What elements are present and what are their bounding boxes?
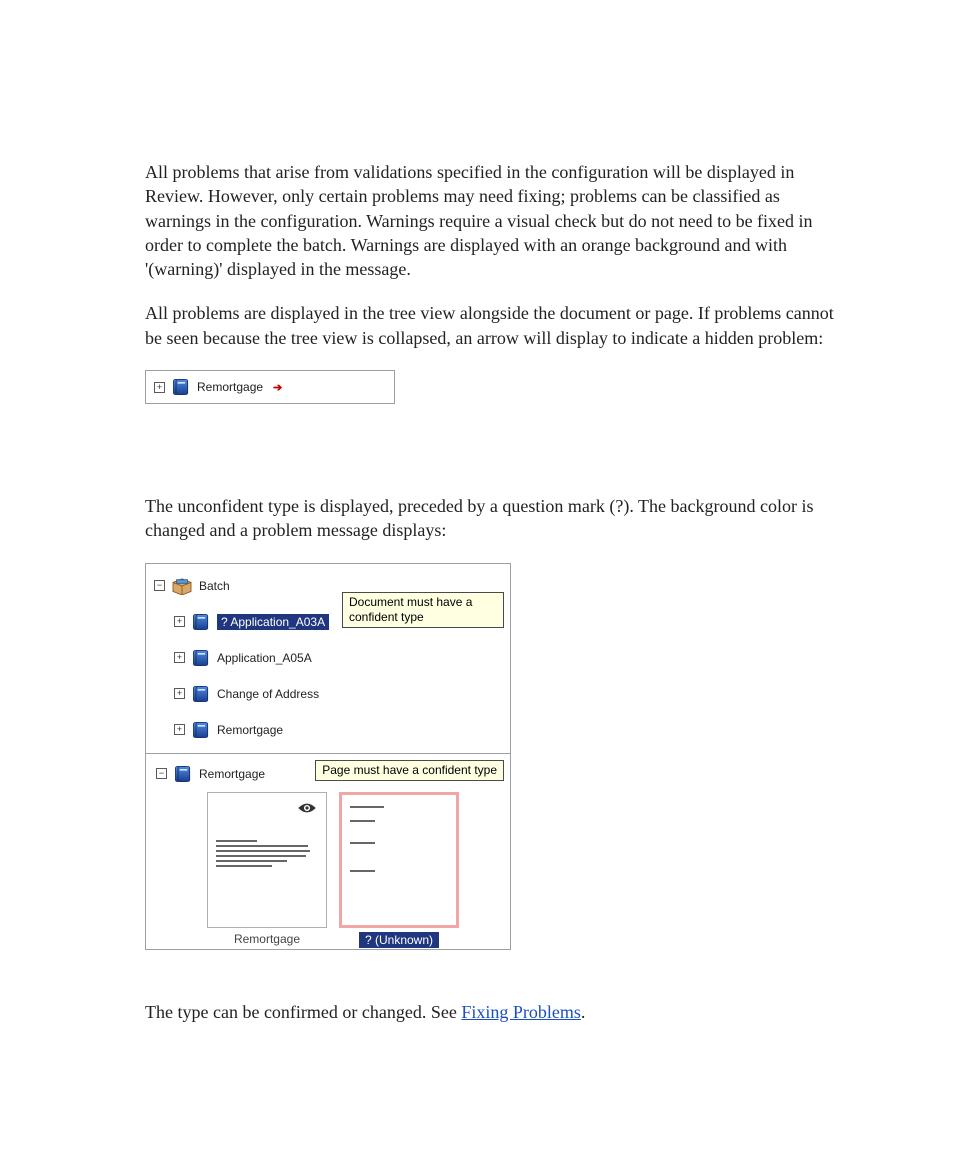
tooltip-document-confident: Document must have a confident type (342, 592, 504, 628)
link-fixing-problems[interactable]: Fixing Problems (461, 1002, 581, 1022)
tree-item-label: Remortgage (217, 723, 283, 737)
tooltip-page-confident: Page must have a confident type (315, 760, 504, 781)
collapse-toggle[interactable]: − (154, 580, 165, 591)
tree-root-label: Remortgage (199, 767, 265, 781)
screenshot-collapsed-tree-row: + Remortgage ➔ (145, 370, 395, 404)
tree-item-label: ? Application_A03A (217, 614, 329, 630)
hidden-problem-indicator-icon: ➔ (273, 381, 282, 394)
document-icon (191, 719, 211, 741)
expand-toggle[interactable]: + (174, 616, 185, 627)
expand-toggle[interactable]: + (154, 382, 165, 393)
tree-item-remortgage[interactable]: + Remortgage (152, 712, 504, 748)
paragraph-3: The unconfident type is displayed, prece… (145, 494, 844, 543)
thumbnail-caption-selected: ? (Unknown) (359, 932, 439, 948)
expand-toggle[interactable]: + (174, 724, 185, 735)
tree-item-change-address[interactable]: + Change of Address (152, 676, 504, 712)
screenshot-page-unconfident: Page must have a confident type − Remort… (145, 754, 511, 950)
document-icon (171, 376, 191, 398)
paragraph-2: All problems are displayed in the tree v… (145, 301, 844, 350)
page-thumbnail-1[interactable] (207, 792, 327, 928)
para4-suffix: . (581, 1002, 586, 1022)
expand-toggle[interactable]: + (174, 652, 185, 663)
screenshot-tree-unconfident-doc: Document must have a confident type − Ba… (145, 563, 511, 754)
screenshot-block: Document must have a confident type − Ba… (145, 563, 511, 950)
tree-item-label: Application_A05A (217, 651, 312, 665)
expand-toggle[interactable]: + (174, 688, 185, 699)
tree-item-label: Change of Address (217, 687, 319, 701)
tree-root-label: Batch (199, 579, 230, 593)
document-icon (191, 683, 211, 705)
document-icon (191, 647, 211, 669)
collapse-toggle[interactable]: − (156, 768, 167, 779)
paragraph-1: All problems that arise from validations… (145, 160, 844, 281)
tree-item-label[interactable]: Remortgage (197, 380, 263, 394)
page-thumbnail-2[interactable] (339, 792, 459, 928)
document-icon (173, 763, 193, 785)
tree-item-app-a05a[interactable]: + Application_A05A (152, 640, 504, 676)
batch-icon (171, 577, 193, 595)
logo-icon (296, 801, 318, 815)
thumbnail-caption: Remortgage (234, 932, 300, 946)
document-icon (191, 611, 211, 633)
para4-prefix: The type can be confirmed or changed. Se… (145, 1002, 461, 1022)
paragraph-4: The type can be confirmed or changed. Se… (145, 1000, 844, 1024)
